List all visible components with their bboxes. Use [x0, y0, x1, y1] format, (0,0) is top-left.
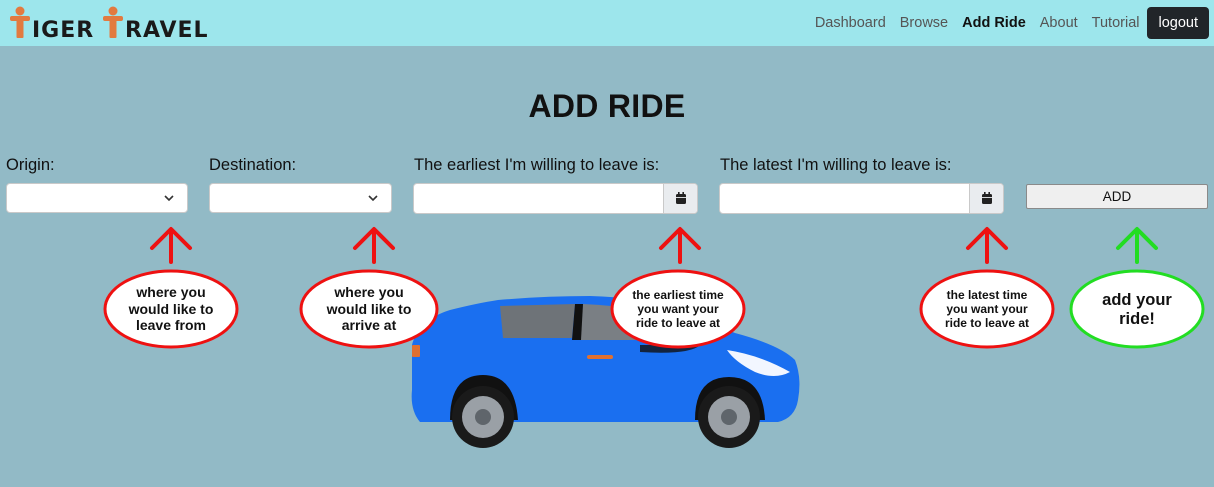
tutorial-overlay [103, 227, 1205, 448]
destination-hint-text: where you would like to arrive at [326, 284, 412, 334]
add-hint-text: add your ride! [1102, 291, 1172, 329]
earliest-hint-text: the earliest time you want your ride to le… [632, 288, 724, 331]
arrow-up-icon [1116, 227, 1158, 264]
arrow-up-icon [659, 227, 701, 264]
latest-hint-text: the latest time you want your ride to leav… [944, 288, 1030, 331]
origin-hint-text: where you would like to leave from [128, 284, 214, 334]
arrow-up-icon [353, 227, 395, 264]
arrow-up-icon [150, 227, 192, 264]
arrow-up-icon [966, 227, 1008, 264]
